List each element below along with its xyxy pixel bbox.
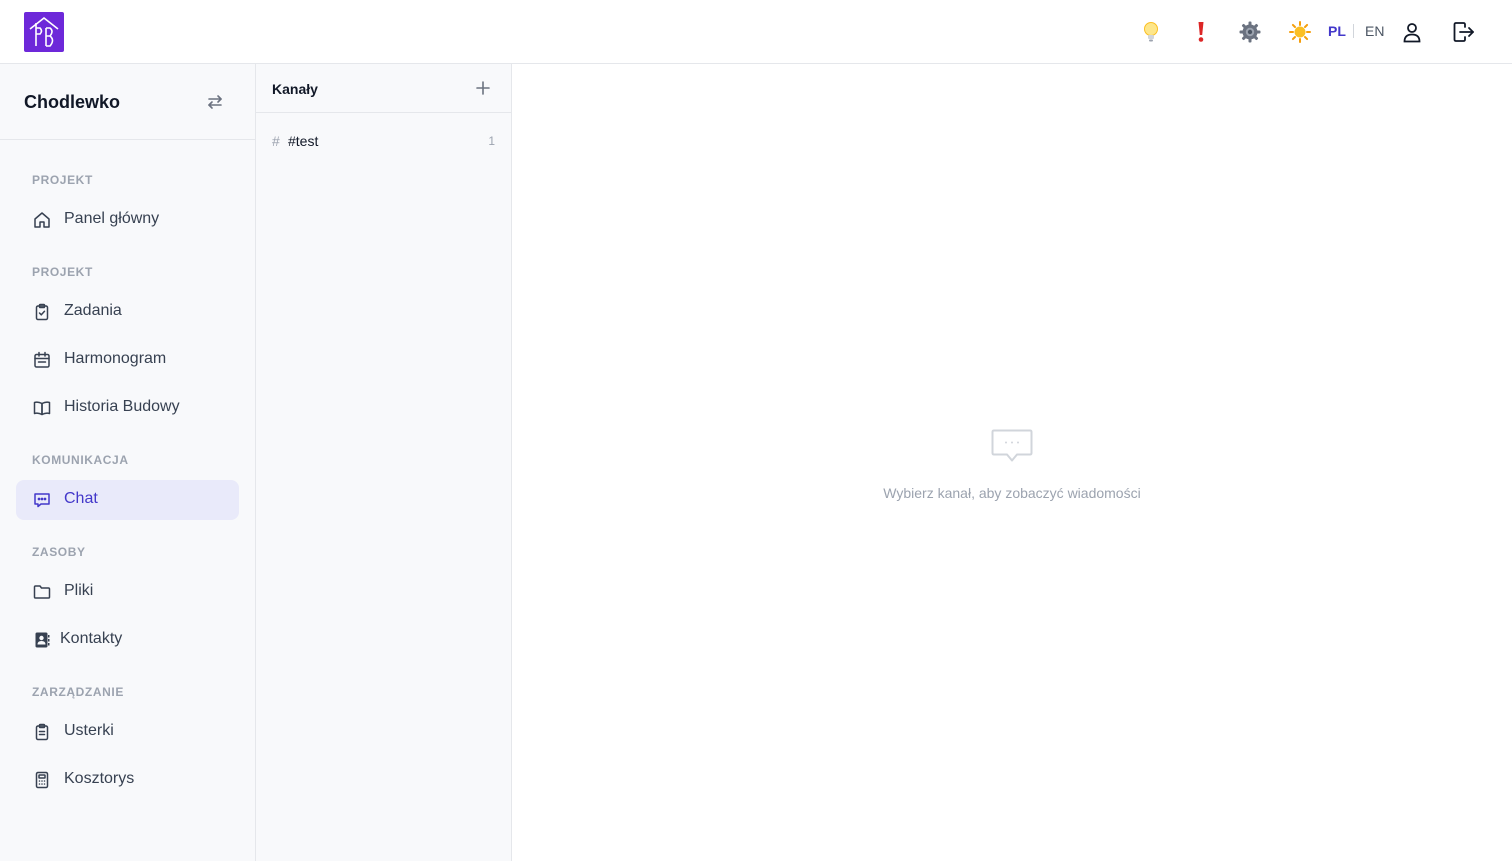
- project-name: Chodlewko: [24, 92, 121, 112]
- sidebar-item-kosztorys[interactable]: Kosztorys: [16, 760, 239, 800]
- logo-mark: [29, 16, 59, 47]
- channel-count: 1: [488, 134, 495, 148]
- hash-icon: #: [272, 133, 280, 149]
- logout-icon[interactable]: [1452, 20, 1476, 44]
- app-logo[interactable]: [24, 12, 64, 52]
- user-icon[interactable]: [1400, 20, 1424, 44]
- section-label-projekt-2: PROJEKT: [32, 265, 93, 279]
- section-label-projekt: PROJEKT: [32, 173, 93, 187]
- empty-state-message: Wybierz kanał, aby zobaczyć wiadomości: [883, 485, 1141, 501]
- language-divider: [1353, 24, 1354, 38]
- clipboard-check-icon: [32, 302, 52, 322]
- sidebar-item-label: Harmonogram: [64, 350, 167, 367]
- lightbulb-icon[interactable]: [1139, 20, 1163, 44]
- sidebar-item-usterki[interactable]: Usterki: [16, 712, 239, 752]
- calendar-icon: [32, 350, 52, 370]
- language-pl[interactable]: PL: [1328, 23, 1346, 39]
- book-icon: [32, 398, 52, 418]
- section-label-zasoby: ZASOBY: [32, 545, 86, 559]
- sidebar-item-label: Chat: [64, 490, 98, 507]
- section-label-komunikacja: KOMUNIKACJA: [32, 453, 129, 467]
- channel-panel-header: Kanały: [256, 64, 511, 113]
- sidebar-item-zadania[interactable]: Zadania: [16, 292, 239, 332]
- chat-empty-icon: [991, 429, 1033, 462]
- folder-icon: [32, 582, 52, 602]
- exclamation-icon[interactable]: [1189, 20, 1213, 44]
- top-bar: PL EN: [0, 0, 1512, 64]
- sidebar-item-label: Zadania: [64, 302, 122, 319]
- sidebar-item-kontakty[interactable]: Kontakty: [16, 620, 239, 660]
- sidebar-item-label: Kontakty: [60, 630, 123, 647]
- sidebar-item-label: Pliki: [64, 582, 94, 599]
- channel-panel: Kanały # #test 1: [256, 64, 512, 861]
- channel-panel-title: Kanały: [272, 81, 318, 97]
- calculator-icon: [32, 770, 52, 790]
- channel-item-test[interactable]: # #test 1: [256, 124, 511, 158]
- section-label-zarzadzanie: ZARZĄDZANIE: [32, 685, 124, 699]
- sidebar-item-pliki[interactable]: Pliki: [16, 572, 239, 612]
- clipboard-list-icon: [32, 722, 52, 742]
- home-icon: [32, 210, 52, 230]
- contact-book-icon: [32, 630, 52, 650]
- sidebar-item-historia-budowy[interactable]: Historia Budowy: [16, 388, 239, 428]
- sidebar-item-label: Panel główny: [64, 210, 160, 227]
- sun-icon[interactable]: [1288, 20, 1312, 44]
- switch-project-icon[interactable]: [203, 90, 227, 114]
- sidebar-item-chat[interactable]: Chat: [16, 480, 239, 520]
- sidebar: Chodlewko PROJEKT Panel główny PROJEKT Z…: [0, 64, 256, 861]
- project-header: Chodlewko: [0, 64, 255, 140]
- sidebar-item-label: Usterki: [64, 722, 114, 739]
- sidebar-item-label: Historia Budowy: [64, 398, 180, 415]
- add-channel-icon[interactable]: [474, 79, 492, 97]
- language-en[interactable]: EN: [1365, 23, 1384, 39]
- sidebar-item-panel-glowny[interactable]: Panel główny: [16, 200, 239, 240]
- chat-icon: [32, 490, 52, 510]
- gear-icon[interactable]: [1238, 20, 1262, 44]
- channel-name: #test: [288, 133, 319, 149]
- message-area: Wybierz kanał, aby zobaczyć wiadomości: [512, 64, 1512, 861]
- sidebar-item-label: Kosztorys: [64, 770, 135, 787]
- sidebar-item-harmonogram[interactable]: Harmonogram: [16, 340, 239, 380]
